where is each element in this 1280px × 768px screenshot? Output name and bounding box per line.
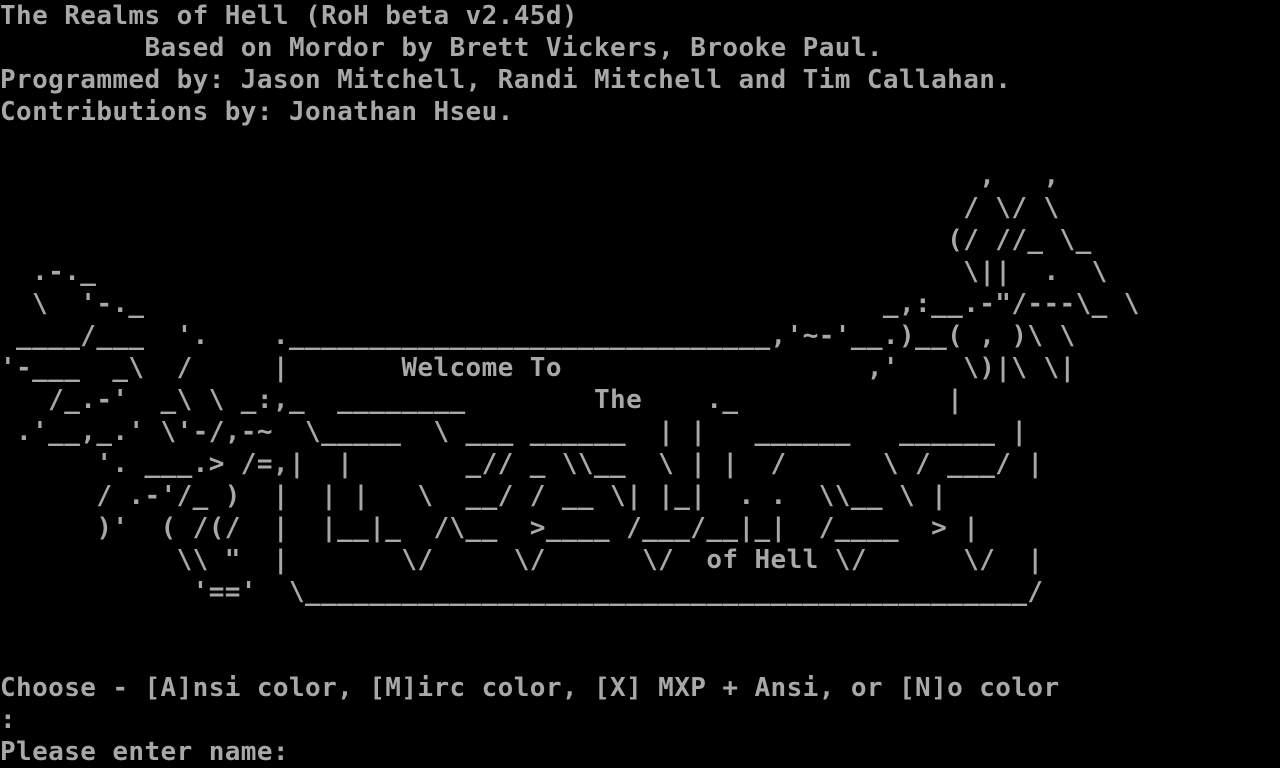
ascii-art-line: )' ( /(/ | |__|_ /\__ >____ /___/__|_| /…	[0, 513, 980, 543]
ascii-art-line	[0, 608, 1280, 640]
name-prompt-label: Please enter name:	[0, 737, 306, 767]
ascii-art-line: .'__,_.' \'-/,-~ \_____ \ ___ ______ | |…	[0, 417, 1028, 447]
ascii-art-line: \ '-._ _,:__.-"/---\_ \	[0, 289, 1140, 319]
ascii-art-banner: , , / \/ \ (/ //_ \_ .-._ \|| . \ \ '-._…	[0, 128, 1280, 672]
ascii-art-line: / \/ \	[0, 193, 1060, 223]
programmed-by-line: Programmed by: Jason Mitchell, Randi Mit…	[0, 65, 1012, 95]
ascii-art-line: (/ //_ \_	[0, 225, 1092, 255]
ascii-art-line: ____/___ '. .___________________________…	[0, 321, 1076, 351]
based-on-line: Based on Mordor by Brett Vickers, Brooke…	[0, 33, 883, 63]
terminal-screen[interactable]: The Realms of Hell (RoH beta v2.45d) Bas…	[0, 0, 1280, 767]
game-title-line: The Realms of Hell (RoH beta v2.45d)	[0, 1, 578, 31]
ascii-art-line: /_.-' _\ \ _:,_ ________ The ._ |	[0, 385, 964, 415]
name-prompt-row: Please enter name:	[0, 736, 1280, 768]
name-input[interactable]	[305, 736, 641, 764]
ascii-art-line: '==' \__________________________________…	[0, 577, 1044, 607]
ascii-art-line: , ,	[0, 161, 1060, 191]
contributions-line: Contributions by: Jonathan Hseu.	[0, 97, 514, 127]
ascii-art-line: '-___ _\ / | Welcome To ,' \)|\ \|	[0, 353, 1076, 383]
ascii-art-line: / .-'/_ ) | | | \ __/ / __ \| |_| . . \\…	[0, 481, 948, 511]
color-choice-prompt: Choose - [A]nsi color, [M]irc color, [X]…	[0, 673, 1060, 703]
ascii-art-line: .-._ \|| . \	[0, 257, 1108, 287]
ascii-art-line	[0, 128, 1280, 160]
ascii-art-line	[0, 640, 1280, 672]
colon-line: :	[0, 705, 17, 735]
ascii-art-line: \\ " | \/ \/ \/ of Hell \/ \/ |	[0, 545, 1044, 575]
ascii-art-line: '. ___.> /=,| | _// _ \\__ \ | | / \ / _…	[0, 449, 1044, 479]
